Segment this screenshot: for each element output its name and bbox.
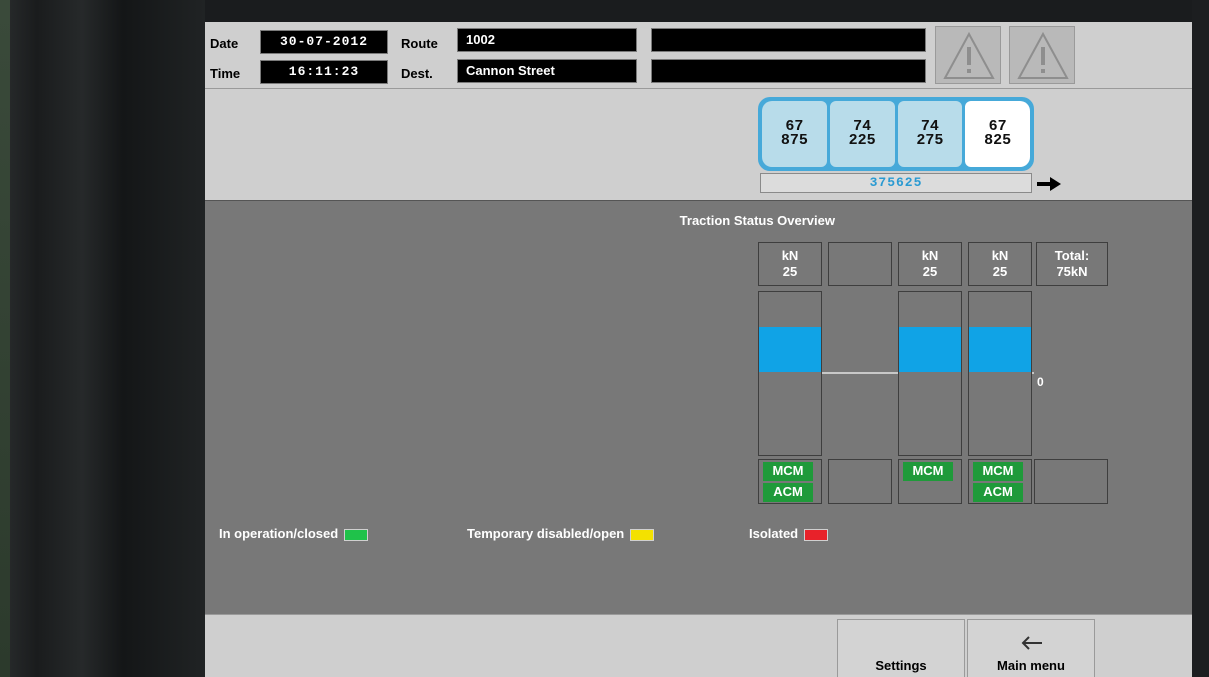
back-arrow-icon bbox=[1021, 636, 1042, 650]
column-head-car-3: kN 25 bbox=[898, 242, 962, 286]
converter-status-total bbox=[1034, 459, 1108, 504]
settings-button[interactable]: Settings bbox=[837, 619, 965, 677]
car-number-bottom: 275 bbox=[916, 132, 944, 149]
car-number-bottom: 875 bbox=[780, 132, 808, 149]
yellow-swatch bbox=[630, 528, 655, 541]
legend-label: Temporary disabled/open bbox=[467, 526, 625, 541]
unit-label: kN bbox=[991, 248, 1009, 263]
mcm-tag: MCM bbox=[763, 462, 813, 481]
time-label: Time bbox=[210, 66, 241, 81]
converter-status-car-4: MCM ACM bbox=[968, 459, 1032, 504]
direction-arrow-icon bbox=[1037, 177, 1061, 191]
traction-bar-fill bbox=[759, 327, 821, 372]
message-field-2 bbox=[651, 59, 926, 83]
mcm-tag: MCM bbox=[903, 462, 953, 481]
legend-temporary: Temporary disabled/open bbox=[467, 526, 655, 541]
car-4[interactable]: 67 825 bbox=[965, 101, 1030, 167]
date-value: 30-07-2012 bbox=[260, 30, 388, 54]
zero-reference-line bbox=[822, 372, 898, 374]
converter-status-car-2 bbox=[828, 459, 892, 504]
traction-bar-car-1 bbox=[758, 291, 822, 456]
acm-tag: ACM bbox=[973, 483, 1023, 502]
warning-button-2[interactable] bbox=[1009, 26, 1075, 84]
bottom-bar: Settings Main menu bbox=[205, 614, 1192, 677]
train-formation: 67 875 74 225 74 275 67 825 bbox=[758, 97, 1034, 171]
acm-tag: ACM bbox=[763, 483, 813, 502]
unit-label: kN bbox=[781, 248, 799, 263]
monitor-bezel-left bbox=[0, 0, 205, 677]
monitor-bezel-top bbox=[205, 0, 1209, 22]
route-label: Route bbox=[401, 36, 438, 51]
traction-bar-fill bbox=[899, 327, 961, 372]
date-label: Date bbox=[210, 36, 239, 51]
force-value: 25 bbox=[992, 264, 1008, 279]
message-field-1 bbox=[651, 28, 926, 52]
unit-number-bar: 375625 bbox=[760, 173, 1032, 193]
zero-reference-line bbox=[1032, 372, 1034, 374]
dest-label: Dest. bbox=[401, 66, 433, 81]
main-menu-label: Main menu bbox=[997, 658, 1065, 673]
legend-isolated: Isolated bbox=[749, 526, 829, 541]
panel-title: Traction Status Overview bbox=[679, 213, 835, 228]
time-value: 16:11:23 bbox=[260, 60, 388, 84]
unit-label: kN bbox=[921, 248, 939, 263]
column-head-car-4: kN 25 bbox=[968, 242, 1032, 286]
converter-status-car-3: MCM bbox=[898, 459, 962, 504]
column-head-car-2 bbox=[828, 242, 892, 286]
total-force-box: Total: 75kN bbox=[1036, 242, 1108, 286]
traction-bar-car-4 bbox=[968, 291, 1032, 456]
force-value: 25 bbox=[922, 264, 938, 279]
traction-status-panel: Traction Status Overview kN 25 kN 25 kN … bbox=[205, 200, 1192, 615]
warning-triangle-icon bbox=[1017, 31, 1069, 79]
mcm-tag: MCM bbox=[973, 462, 1023, 481]
warning-button-1[interactable] bbox=[935, 26, 1001, 84]
car-number-bottom: 225 bbox=[848, 132, 876, 149]
traction-bar-fill bbox=[969, 327, 1031, 372]
force-value: 25 bbox=[782, 264, 798, 279]
total-value: 75kN bbox=[1056, 264, 1088, 279]
legend-label: In operation/closed bbox=[219, 526, 339, 541]
red-swatch bbox=[804, 528, 829, 541]
train-formation-area: 67 875 74 225 74 275 67 825 375625 bbox=[205, 88, 1192, 201]
total-label: Total: bbox=[1054, 248, 1090, 263]
settings-label: Settings bbox=[875, 658, 927, 673]
legend-in-operation: In operation/closed bbox=[219, 526, 369, 541]
main-menu-button[interactable]: Main menu bbox=[967, 619, 1095, 677]
destination-value: Cannon Street bbox=[457, 59, 637, 83]
legend-label: Isolated bbox=[749, 526, 799, 541]
monitor-bezel-right bbox=[1192, 0, 1209, 677]
column-head-car-1: kN 25 bbox=[758, 242, 822, 286]
route-value: 1002 bbox=[457, 28, 637, 52]
warning-triangle-icon bbox=[943, 31, 995, 79]
converter-status-car-1: MCM ACM bbox=[758, 459, 822, 504]
tms-screen: Date 30-07-2012 Time 16:11:23 Route 1002… bbox=[205, 22, 1192, 677]
car-2[interactable]: 74 225 bbox=[829, 101, 895, 167]
car-number-bottom: 825 bbox=[984, 132, 1012, 149]
car-1[interactable]: 67 875 bbox=[762, 101, 827, 167]
zero-label: 0 bbox=[1037, 375, 1044, 389]
car-3[interactable]: 74 275 bbox=[897, 101, 963, 167]
green-swatch bbox=[344, 528, 369, 541]
traction-bar-car-3 bbox=[898, 291, 962, 456]
